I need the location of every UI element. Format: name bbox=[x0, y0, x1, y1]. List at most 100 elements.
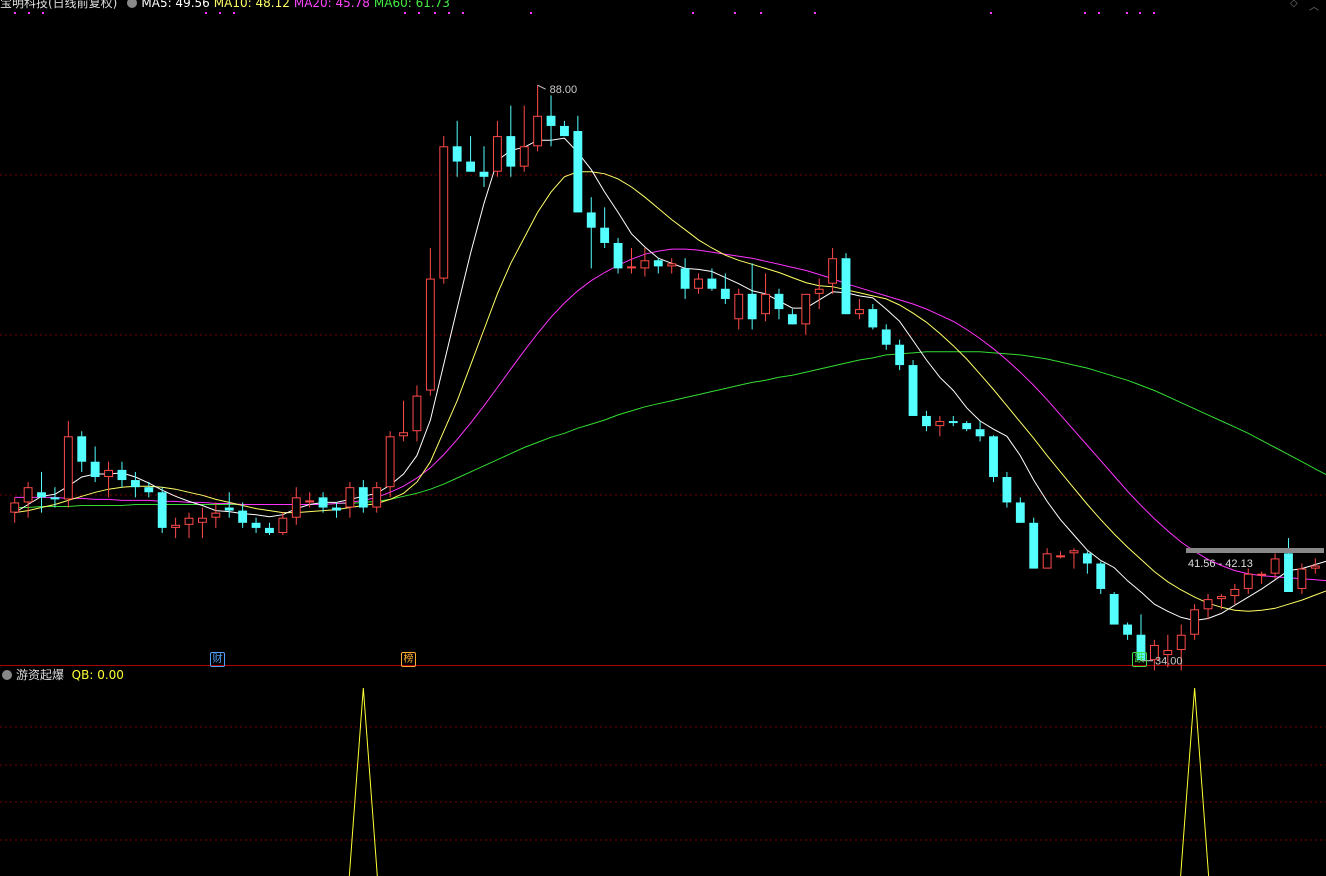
candle[interactable] bbox=[1042, 548, 1052, 569]
candle[interactable] bbox=[694, 273, 703, 294]
candle[interactable] bbox=[680, 258, 690, 299]
candle[interactable] bbox=[358, 480, 368, 513]
candle[interactable] bbox=[948, 415, 958, 427]
candle[interactable] bbox=[412, 385, 422, 442]
candle[interactable] bbox=[667, 258, 677, 274]
diamond-icon[interactable]: ◇ bbox=[1290, 0, 1298, 9]
candle[interactable] bbox=[1015, 497, 1025, 523]
moving-average-lines bbox=[14, 137, 1326, 622]
candle[interactable] bbox=[439, 136, 449, 284]
candle[interactable] bbox=[171, 517, 181, 539]
candle[interactable] bbox=[868, 304, 878, 330]
indicator-settings-icon[interactable] bbox=[2, 670, 12, 680]
candle[interactable] bbox=[1217, 594, 1226, 610]
candle[interactable] bbox=[707, 268, 717, 291]
candle[interactable] bbox=[1123, 622, 1133, 640]
candle-body bbox=[425, 278, 435, 391]
candle[interactable] bbox=[774, 288, 784, 320]
candle[interactable] bbox=[425, 248, 435, 396]
candle[interactable] bbox=[1243, 568, 1253, 595]
candle[interactable] bbox=[573, 115, 583, 213]
candle[interactable] bbox=[613, 237, 623, 274]
candle[interactable] bbox=[1082, 551, 1092, 574]
candle[interactable] bbox=[1056, 551, 1065, 559]
candle[interactable] bbox=[251, 517, 261, 533]
candle[interactable] bbox=[492, 120, 502, 177]
candle[interactable] bbox=[747, 263, 757, 330]
candle[interactable] bbox=[278, 512, 288, 536]
candle[interactable] bbox=[640, 248, 650, 277]
candle[interactable] bbox=[50, 487, 60, 508]
candle[interactable] bbox=[211, 502, 221, 528]
candle[interactable] bbox=[546, 95, 556, 147]
candle[interactable] bbox=[399, 400, 408, 442]
high-pointer bbox=[537, 84, 546, 90]
candle[interactable] bbox=[1190, 604, 1200, 640]
candle[interactable] bbox=[1002, 471, 1012, 508]
candle[interactable] bbox=[814, 278, 824, 310]
candle[interactable] bbox=[1203, 594, 1213, 620]
candle[interactable] bbox=[506, 105, 516, 177]
candle[interactable] bbox=[787, 309, 797, 325]
candle[interactable] bbox=[1029, 517, 1039, 569]
candle[interactable] bbox=[117, 461, 127, 488]
candle[interactable] bbox=[533, 85, 543, 152]
candle[interactable] bbox=[989, 435, 998, 483]
candle[interactable] bbox=[761, 273, 770, 322]
chevron-up-icon[interactable]: ︿ bbox=[1309, 0, 1319, 13]
candle[interactable] bbox=[720, 273, 730, 305]
candle[interactable] bbox=[881, 324, 891, 350]
candle-body bbox=[640, 260, 650, 269]
candle[interactable] bbox=[23, 482, 33, 518]
candle[interactable] bbox=[479, 146, 489, 187]
candle[interactable] bbox=[63, 421, 73, 508]
candle[interactable] bbox=[10, 497, 20, 523]
candle[interactable] bbox=[90, 446, 100, 483]
candle[interactable] bbox=[452, 120, 462, 177]
candle[interactable] bbox=[922, 410, 931, 432]
candle[interactable] bbox=[734, 288, 744, 330]
candle[interactable] bbox=[372, 482, 382, 513]
candle[interactable] bbox=[345, 482, 355, 518]
candle[interactable] bbox=[197, 507, 207, 539]
candle[interactable] bbox=[1069, 548, 1079, 569]
candle[interactable] bbox=[1284, 538, 1293, 592]
candle[interactable] bbox=[184, 512, 194, 539]
candle-body bbox=[653, 260, 663, 267]
candle[interactable] bbox=[1230, 583, 1240, 605]
candle[interactable] bbox=[560, 120, 569, 137]
candle[interactable] bbox=[1096, 561, 1106, 595]
candle[interactable] bbox=[854, 298, 864, 320]
candle-body bbox=[975, 429, 985, 437]
candle[interactable] bbox=[157, 487, 167, 533]
candle[interactable] bbox=[385, 431, 395, 498]
candle[interactable] bbox=[908, 359, 918, 416]
candle[interactable] bbox=[1109, 591, 1119, 625]
event-tag-drop[interactable]: 跌 bbox=[1132, 652, 1147, 667]
candle[interactable] bbox=[600, 207, 610, 249]
candle[interactable] bbox=[653, 258, 663, 274]
candle[interactable] bbox=[975, 421, 985, 442]
candle-body bbox=[533, 115, 543, 147]
candle[interactable] bbox=[1310, 558, 1320, 574]
candle[interactable] bbox=[77, 431, 87, 472]
candlesticks[interactable] bbox=[10, 85, 1320, 671]
candle[interactable] bbox=[935, 415, 945, 437]
candle[interactable] bbox=[466, 136, 476, 172]
candle[interactable] bbox=[104, 461, 113, 498]
candle[interactable] bbox=[895, 339, 905, 371]
event-tag-rank[interactable]: 榜 bbox=[401, 652, 416, 667]
candle[interactable] bbox=[519, 105, 529, 172]
candle[interactable] bbox=[841, 253, 851, 315]
candle[interactable] bbox=[962, 421, 972, 432]
candle[interactable] bbox=[1270, 553, 1280, 579]
event-tag-finance[interactable]: 财 bbox=[210, 652, 225, 667]
candle[interactable] bbox=[265, 522, 274, 536]
candle[interactable] bbox=[801, 293, 811, 335]
kline-chart[interactable]: 88.00 34.00 41.56 - 42.13 bbox=[0, 0, 1326, 876]
candle[interactable] bbox=[332, 502, 341, 518]
candle[interactable] bbox=[1257, 571, 1267, 584]
settings-circle-icon[interactable] bbox=[127, 0, 138, 8]
candle[interactable] bbox=[586, 197, 596, 269]
candle[interactable] bbox=[291, 487, 301, 525]
